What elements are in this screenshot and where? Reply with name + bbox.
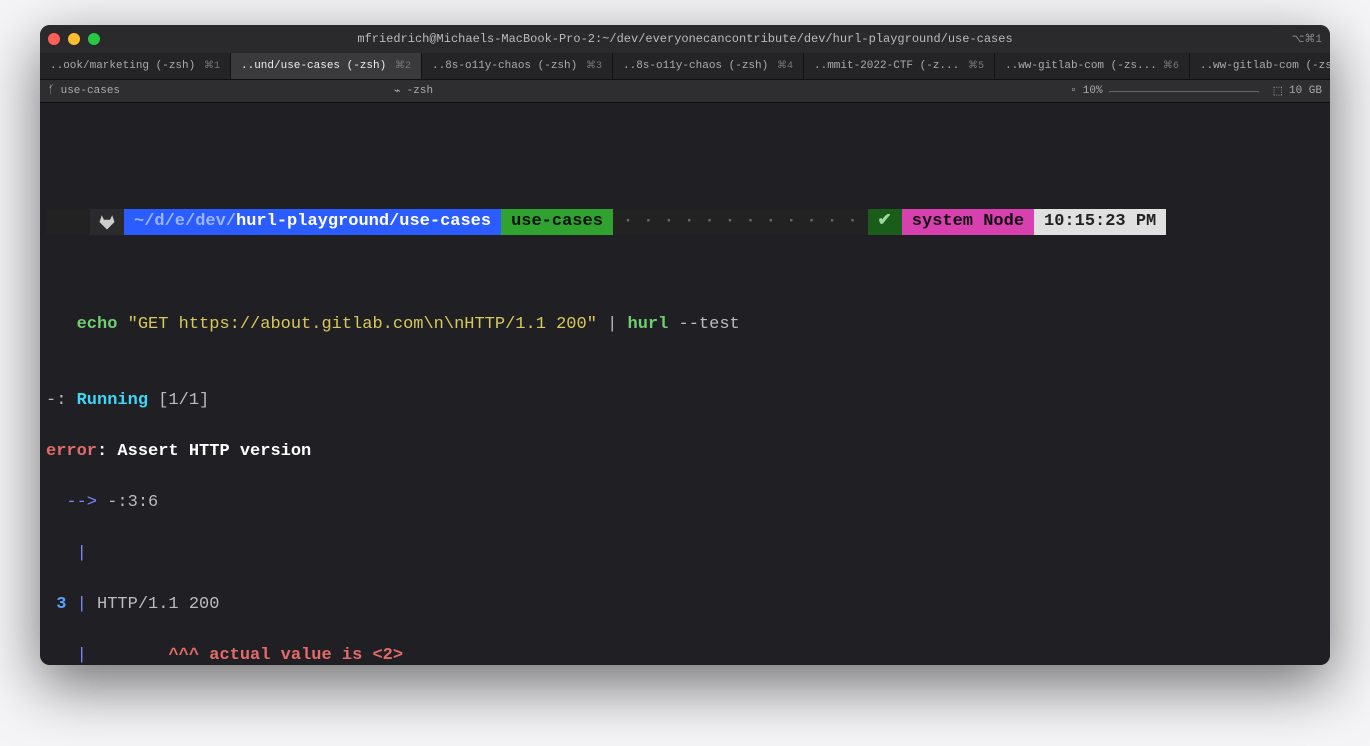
command-pipe: | — [597, 315, 628, 334]
tab-label: ..8s-o11y-chaos (-zsh) — [623, 60, 768, 72]
window-title: mfriedrich@Michaels-MacBook-Pro-2:~/dev/… — [40, 32, 1330, 46]
cpu-sparkline — [1109, 84, 1259, 98]
maximize-icon[interactable] — [88, 33, 100, 45]
tab-label: ..ww-gitlab-com (-zs... — [1005, 60, 1157, 72]
prompt-path-bold: hurl-playground/use-cases — [236, 209, 491, 235]
tab-hint: ⌘2 — [395, 60, 411, 72]
prompt-branch: use-cases — [501, 209, 613, 235]
tab-label: ..ww-gitlab-com (-zsh) — [1200, 60, 1330, 72]
window-shortcut-hint: ⌥⌘1 — [1292, 32, 1322, 46]
command-echo: echo — [77, 315, 118, 334]
tab-hint: ⌘4 — [777, 60, 793, 72]
tab-hint: ⌘1 — [204, 60, 220, 72]
status-process: ⌁ -zsh — [394, 84, 433, 98]
status-mem: ⬚ 10 GB — [1273, 84, 1322, 98]
tab-hint: ⌘6 — [1163, 60, 1179, 72]
tab-7[interactable]: ..ww-gitlab-com (-zsh) ⌘7 — [1190, 53, 1330, 79]
output-caret-line: | ^^^ actual value is <2> — [46, 643, 1324, 665]
status-branch-text: use-cases — [61, 85, 120, 97]
process-icon: ⌁ — [394, 84, 401, 98]
tab-4[interactable]: ..8s-o11y-chaos (-zsh) ⌘4 — [613, 53, 804, 79]
output-running: -: Running [1/1] — [46, 388, 1324, 414]
status-cpu: ▫ 10% — [1070, 84, 1258, 98]
cpu-icon: ▫ — [1070, 85, 1077, 97]
prompt-line-1: ~/d/e/dev/hurl-playground/use-cases use-… — [46, 209, 1324, 235]
tab-label: ..8s-o11y-chaos (-zsh) — [432, 60, 577, 72]
tab-3[interactable]: ..8s-o11y-chaos (-zsh) ⌘3 — [422, 53, 613, 79]
titlebar: mfriedrich@Michaels-MacBook-Pro-2:~/dev/… — [40, 25, 1330, 53]
branch-icon: ᚶ — [48, 85, 55, 97]
traffic-lights — [48, 33, 100, 45]
gitlab-icon — [90, 209, 124, 235]
tab-label: ..mmit-2022-CTF (-z... — [814, 60, 959, 72]
command-args: --test — [668, 315, 739, 334]
tab-5[interactable]: ..mmit-2022-CTF (-z... ⌘5 — [804, 53, 995, 79]
tab-6[interactable]: ..ww-gitlab-com (-zs... ⌘6 — [995, 53, 1190, 79]
status-process-text: -zsh — [407, 85, 433, 97]
prompt-path: ~/d/e/dev/hurl-playground/use-cases — [124, 209, 501, 235]
tab-hint: ⌘5 — [968, 60, 984, 72]
output-error-location: --> -:3:6 — [46, 490, 1324, 516]
output-code-line: 3 | HTTP/1.1 200 — [46, 592, 1324, 618]
prompt-time: 10:15:23 PM — [1034, 209, 1166, 235]
status-bar: ᚶ use-cases ⌁ -zsh ▫ 10% ⬚ 10 GB — [40, 80, 1330, 103]
close-icon[interactable] — [48, 33, 60, 45]
minimize-icon[interactable] — [68, 33, 80, 45]
tab-hint: ⌘3 — [586, 60, 602, 72]
output-bar: | — [46, 541, 1324, 567]
output-error-header: error: Assert HTTP version — [46, 439, 1324, 465]
tab-label: ..und/use-cases (-zsh) — [241, 60, 386, 72]
prompt-path-prefix: ~/d/e/dev/ — [134, 209, 236, 235]
tab-label: ..ook/marketing (-zsh) — [50, 60, 195, 72]
prompt-dots: · · · · · · · · · · · · — [613, 209, 868, 235]
command-hurl: hurl — [628, 315, 669, 334]
terminal-window: mfriedrich@Michaels-MacBook-Pro-2:~/dev/… — [40, 25, 1330, 665]
status-branch: ᚶ use-cases — [48, 85, 120, 97]
command-string: "GET https://about.gitlab.com\n\nHTTP/1.… — [128, 315, 597, 334]
prompt-node: system Node — [902, 209, 1034, 235]
command-line: echo "GET https://about.gitlab.com\n\nHT… — [46, 312, 1324, 338]
status-cpu-text: 10% — [1083, 85, 1103, 97]
tab-1[interactable]: ..ook/marketing (-zsh) ⌘1 — [40, 53, 231, 79]
tab-2[interactable]: ..und/use-cases (-zsh) ⌘2 — [231, 53, 422, 79]
status-mem-text: 10 GB — [1289, 85, 1322, 97]
terminal-output[interactable]: ~/d/e/dev/hurl-playground/use-cases use-… — [40, 103, 1330, 665]
tab-bar: ..ook/marketing (-zsh) ⌘1 ..und/use-case… — [40, 53, 1330, 80]
prompt-status-ok: ✔ — [868, 209, 902, 235]
disk-icon: ⬚ — [1273, 84, 1283, 98]
